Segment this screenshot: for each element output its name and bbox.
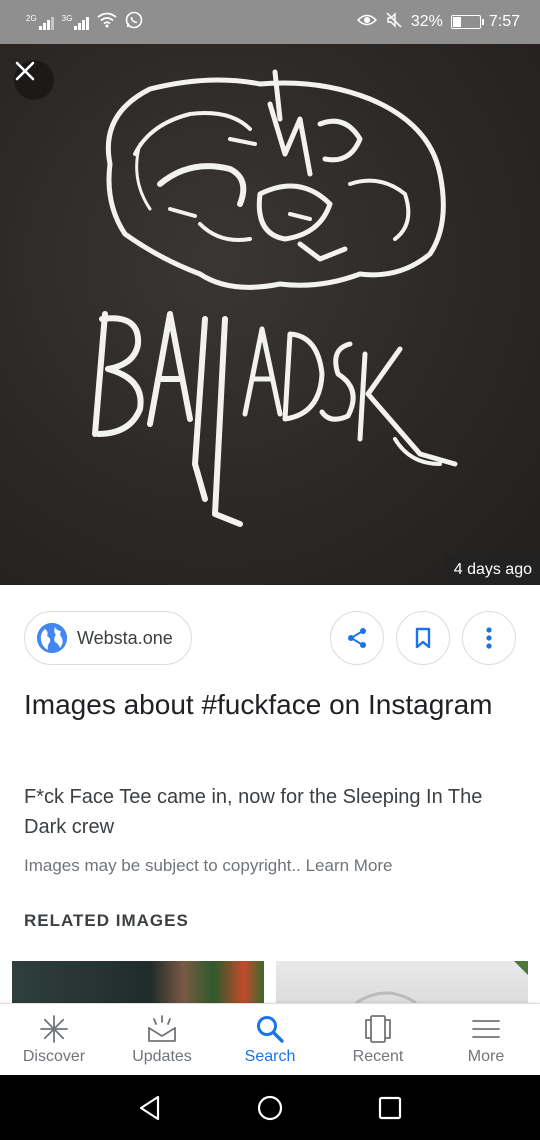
- battery-percent: 32%: [410, 13, 443, 30]
- result-title[interactable]: Images about #fuckface on Instagram: [24, 682, 514, 727]
- share-icon: [348, 628, 366, 648]
- image-preview[interactable]: 4 days ago: [0, 44, 540, 585]
- sim2-label: 3G: [61, 14, 73, 23]
- more-vert-icon: [486, 627, 492, 649]
- bookmark-button[interactable]: [396, 611, 450, 665]
- battery-icon: [450, 15, 484, 29]
- related-images-heading: RELATED IMAGES: [24, 911, 189, 930]
- source-name: Websta.one: [77, 627, 173, 648]
- nav-recent[interactable]: Recent: [324, 1004, 432, 1075]
- recent-icon: [361, 1014, 395, 1044]
- close-button[interactable]: [14, 60, 54, 100]
- clock: 7:57: [488, 13, 520, 30]
- nav-label: More: [467, 1048, 505, 1065]
- sim2-signal-icon: 3G: [62, 14, 90, 30]
- copyright-notice[interactable]: Images may be subject to copyright.. Lea…: [24, 856, 393, 876]
- menu-icon: [469, 1014, 503, 1044]
- status-right: 32% 7:57: [356, 11, 520, 33]
- nav-label: Discover: [22, 1048, 86, 1065]
- thumbnail-graphic: [355, 961, 528, 1003]
- home-button[interactable]: [250, 1088, 290, 1128]
- bookmark-icon: [415, 627, 431, 649]
- source-chip[interactable]: Websta.one: [24, 611, 192, 665]
- recents-button[interactable]: [370, 1088, 410, 1128]
- more-options-button[interactable]: [462, 611, 516, 665]
- related-image-thumbnail[interactable]: [12, 961, 264, 1003]
- status-left: 2G 3G: [26, 11, 143, 33]
- globe-icon: [37, 623, 67, 653]
- result-description: F*ck Face Tee came in, now for the Sleep…: [24, 786, 483, 838]
- image-age-badge: 4 days ago: [443, 555, 540, 585]
- recents-square-icon: [378, 1096, 402, 1119]
- back-triangle-icon: [139, 1095, 160, 1120]
- status-bar: 2G 3G 32% 7:57: [0, 0, 540, 44]
- back-button[interactable]: [130, 1088, 170, 1128]
- whatsapp-icon: [125, 11, 143, 33]
- mute-icon: [385, 11, 403, 33]
- nav-updates[interactable]: Updates: [108, 1004, 216, 1075]
- bottom-navigation: Discover Updates Search Recent More: [0, 1003, 540, 1075]
- nav-search[interactable]: Search: [216, 1004, 324, 1075]
- share-button[interactable]: [330, 611, 384, 665]
- close-icon: [15, 61, 35, 81]
- updates-icon: [145, 1014, 179, 1044]
- nav-label: Recent: [352, 1048, 404, 1065]
- asterisk-icon: [37, 1014, 71, 1044]
- home-circle-icon: [257, 1095, 283, 1120]
- eye-icon: [356, 13, 377, 31]
- related-image-thumbnail[interactable]: [276, 961, 528, 1003]
- system-navigation-bar: [0, 1075, 540, 1140]
- sim1-label: 2G: [26, 14, 37, 23]
- search-icon: [253, 1014, 287, 1044]
- wifi-icon: [97, 12, 117, 32]
- nav-label: Search: [244, 1048, 296, 1065]
- shirt-graphic: [92, 69, 458, 527]
- nav-discover[interactable]: Discover: [0, 1004, 108, 1075]
- nav-more[interactable]: More: [432, 1004, 540, 1075]
- nav-label: Updates: [132, 1048, 192, 1065]
- sim1-signal-icon: 2G: [26, 14, 54, 30]
